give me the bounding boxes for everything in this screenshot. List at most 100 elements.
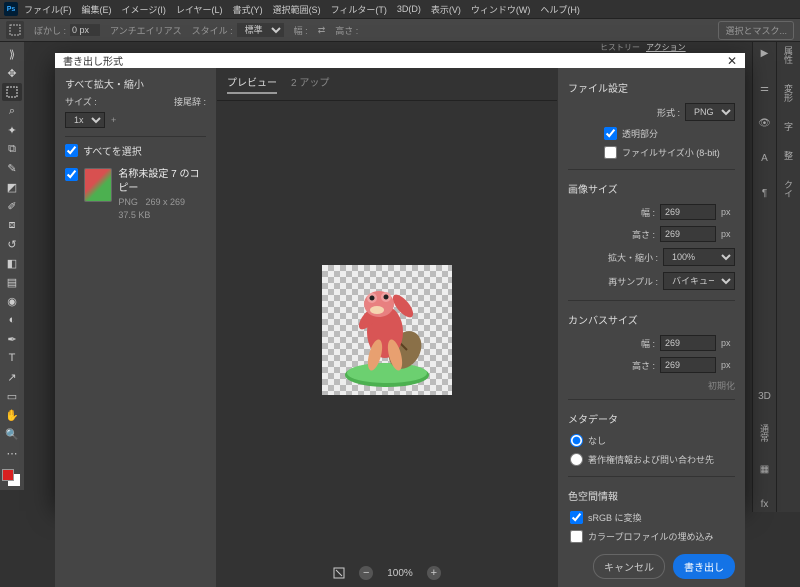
zoom-toolbar: − 100% + [217, 559, 557, 587]
tab-2up[interactable]: 2 アップ [291, 74, 329, 94]
blur-tool-icon[interactable]: ◉ [2, 292, 22, 310]
heal-tool-icon[interactable]: ◩ [2, 178, 22, 196]
layers-icon[interactable]: ▦ [756, 462, 774, 477]
feather-input[interactable] [70, 24, 100, 36]
scale-size-select[interactable]: 1x [65, 112, 105, 128]
close-icon[interactable]: ✕ [727, 54, 737, 68]
style-select[interactable]: 標準 [237, 23, 284, 37]
srgb-checkbox[interactable] [570, 511, 583, 524]
img-width-input[interactable] [660, 204, 716, 220]
preview-canvas[interactable] [217, 101, 557, 559]
gradient-tool-icon[interactable]: ▤ [2, 273, 22, 291]
px-unit: px [721, 207, 735, 217]
eye-icon[interactable]: 👁 [756, 116, 774, 131]
menu-3d[interactable]: 3D(D) [393, 4, 425, 14]
menu-view[interactable]: 表示(V) [427, 3, 465, 16]
menu-image[interactable]: イメージ(I) [118, 3, 170, 16]
slider-icon[interactable]: ⚌ [756, 81, 774, 96]
fg-color[interactable] [2, 469, 14, 481]
menu-help[interactable]: ヘルプ(H) [536, 3, 584, 16]
tab-preview[interactable]: プレビュー [227, 74, 277, 94]
select-all-checkbox[interactable] [65, 144, 78, 157]
label-layercomp[interactable]: 整 [782, 151, 795, 160]
add-scale-icon[interactable]: + [111, 115, 116, 125]
scale-label: 拡大・縮小 : [608, 251, 658, 264]
asset-format: PNG [118, 197, 138, 207]
resample-label: 再サンプル : [608, 275, 658, 288]
history-brush-icon[interactable]: ↺ [2, 235, 22, 253]
shape-tool-icon[interactable]: ▭ [2, 387, 22, 405]
hand-tool-icon[interactable]: ✋ [2, 406, 22, 424]
menu-select[interactable]: 選択範囲(S) [269, 3, 325, 16]
expand-icon[interactable]: ⟫ [2, 45, 22, 63]
dialog-settings-panel: ファイル設定 形式 : PNG 透明部分 ファイルサイズ小 (8-bit) 画像… [557, 68, 745, 587]
transparency-checkbox[interactable] [604, 127, 617, 140]
embed-profile-checkbox[interactable] [570, 530, 583, 543]
zoom-out-icon[interactable]: − [359, 566, 373, 580]
label-props[interactable]: 属性 [782, 46, 795, 64]
tab-actions[interactable]: アクション [646, 42, 686, 53]
text-icon[interactable]: A [756, 151, 774, 166]
asset-size: 37.5 KB [118, 210, 150, 220]
embed-profile-label: カラープロファイルの埋め込み [588, 530, 713, 543]
asset-row[interactable]: 名称未設定 7 のコピー PNG 269 x 269 37.5 KB [65, 164, 206, 225]
type-tool-icon[interactable]: T [2, 349, 22, 367]
resample-select[interactable]: バイキュービック... [663, 272, 735, 290]
smallfile-checkbox[interactable] [604, 146, 617, 159]
size-label: サイズ : [65, 95, 97, 108]
brush-tool-icon[interactable]: ✐ [2, 197, 22, 215]
pen-tool-icon[interactable]: ✒ [2, 330, 22, 348]
dialog-left-panel: すべて拡大・縮小 サイズ : 接尾辞 : 1x + すべてを選択 [55, 68, 217, 587]
paragraph-icon[interactable]: ¶ [756, 186, 774, 201]
eyedropper-tool-icon[interactable]: ✎ [2, 159, 22, 177]
stamp-tool-icon[interactable]: ⧈ [2, 216, 22, 234]
wand-tool-icon[interactable]: ✦ [2, 121, 22, 139]
antialias-label: アンチエイリアス [110, 24, 182, 37]
zoom-in-icon[interactable]: + [427, 566, 441, 580]
menu-type[interactable]: 書式(Y) [229, 3, 267, 16]
menu-edit[interactable]: 編集(E) [78, 3, 116, 16]
menu-layer[interactable]: レイヤー(L) [172, 3, 227, 16]
menu-filter[interactable]: フィルター(T) [327, 3, 391, 16]
marquee-tool-icon[interactable] [6, 21, 24, 39]
select-and-mask-button[interactable]: 選択とマスク... [718, 21, 794, 40]
cancel-button[interactable]: キャンセル [593, 554, 665, 579]
tab-history[interactable]: ヒストリー [600, 42, 640, 53]
zoom-value: 100% [387, 568, 413, 579]
export-button[interactable]: 書き出し [673, 554, 735, 579]
more-icon[interactable]: ⋯ [2, 444, 22, 462]
label-variant[interactable]: 変形 [782, 84, 795, 102]
eraser-tool-icon[interactable]: ◧ [2, 254, 22, 272]
dodge-tool-icon[interactable]: ◐ [2, 311, 22, 329]
label-chars[interactable]: 字 [782, 122, 795, 131]
canvas-width-label: 幅 : [641, 337, 655, 350]
zoom-tool-icon[interactable]: 🔍 [2, 425, 22, 443]
label-quick[interactable]: クイ [782, 180, 795, 198]
format-select[interactable]: PNG [685, 103, 735, 121]
move-tool-icon[interactable]: ✥ [2, 64, 22, 82]
crop-tool-icon[interactable]: ⧉ [2, 140, 22, 158]
menu-file[interactable]: ファイル(F) [20, 3, 76, 16]
play-icon[interactable]: ▶ [756, 46, 774, 61]
export-as-dialog: 書き出し形式 ✕ すべて拡大・縮小 サイズ : 接尾辞 : 1x + すべてを選 [55, 53, 745, 503]
img-height-label: 高さ : [632, 228, 655, 241]
marquee-tool-icon[interactable] [2, 83, 22, 101]
img-height-input[interactable] [660, 226, 716, 242]
canvas-width-input[interactable] [660, 335, 716, 351]
menu-window[interactable]: ウィンドウ(W) [467, 3, 535, 16]
3d-icon[interactable]: 3D [756, 389, 774, 404]
asset-checkbox[interactable] [65, 168, 78, 181]
meta-none-radio[interactable] [570, 434, 583, 447]
path-tool-icon[interactable]: ↗ [2, 368, 22, 386]
lasso-tool-icon[interactable]: ⌕ [2, 102, 22, 120]
style-label: スタイル : [192, 24, 233, 37]
canvas-height-input[interactable] [660, 357, 716, 373]
fit-icon[interactable] [333, 567, 345, 579]
color-swatch[interactable] [2, 469, 22, 487]
fx-icon[interactable]: fx [756, 497, 774, 512]
reset-link[interactable]: 初期化 [568, 379, 735, 392]
swap-icon[interactable]: ⇄ [318, 25, 326, 36]
meta-copyright-radio[interactable] [570, 453, 583, 466]
scale-select[interactable]: 100% [663, 248, 735, 266]
suffix-label: 接尾辞 : [174, 95, 206, 108]
